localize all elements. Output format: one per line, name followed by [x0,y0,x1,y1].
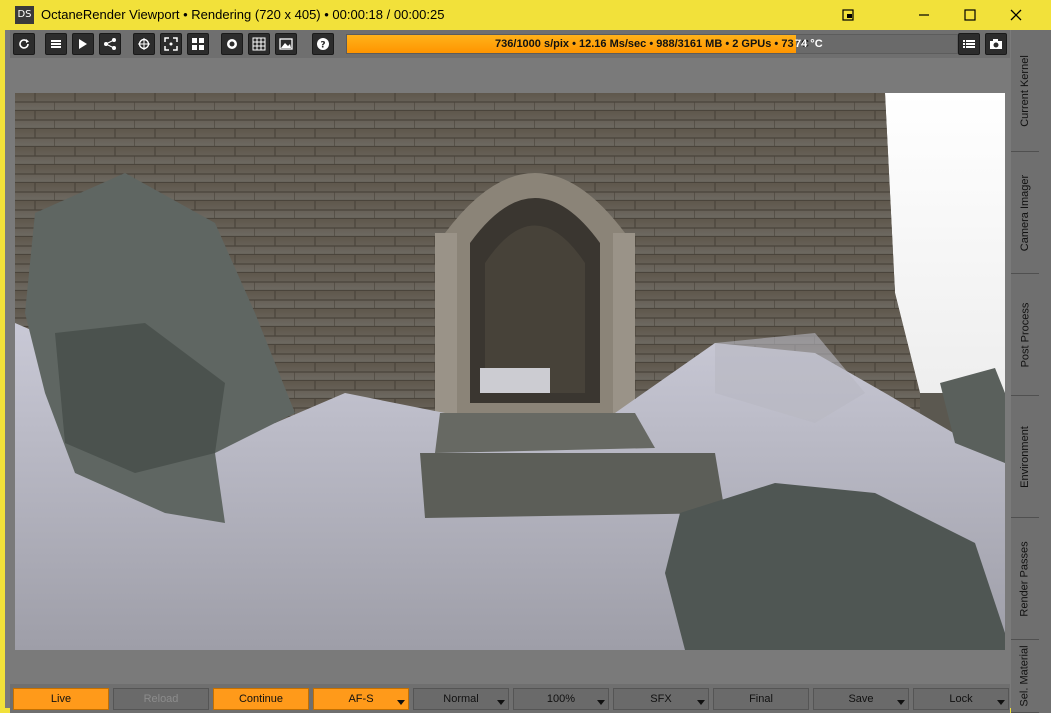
help-button[interactable]: ? [312,33,334,55]
close-icon [1010,9,1022,21]
button-label: Lock [949,693,973,705]
octane-viewport-window: DS OctaneRender Viewport • Rendering (72… [0,0,1051,713]
dropdown-arrow-icon [697,700,705,705]
grid4-icon [192,38,204,50]
button-label: Final [749,693,773,705]
side-tab-camera-imager[interactable]: Camera Imager [1011,152,1039,274]
side-tab-label: Current Kernel [1019,54,1032,127]
window-tab-icon [842,9,854,21]
button-label: 100% [546,693,576,705]
minimize-icon [919,14,929,16]
image-button[interactable] [275,33,297,55]
side-tab-label: Render Passes [1019,540,1031,617]
list-button[interactable] [45,33,67,55]
lock-button[interactable]: Lock [913,688,1009,710]
list-icon [51,40,61,48]
title-bar: DS OctaneRender Viewport • Rendering (72… [5,0,1051,30]
dropdown-arrow-icon [397,700,405,705]
maximize-icon [964,9,976,21]
progress-stats: 736/1000 s/pix • 12.16 Ms/sec • 988/3161… [495,38,809,50]
menu-icon [963,40,975,48]
minimize-button[interactable] [901,0,947,30]
button-label: Continue [238,693,284,705]
grid-icon [252,37,266,51]
circle-icon [227,39,237,49]
layout-button[interactable] [187,33,209,55]
window-title: OctaneRender Viewport • Rendering (720 x… [41,7,445,22]
refresh-button[interactable] [13,33,35,55]
forward-icon [79,39,87,49]
side-tab-environment[interactable]: Environment [1011,396,1039,518]
forward-button[interactable] [72,33,94,55]
maximize-button[interactable] [947,0,993,30]
share-icon [104,38,116,50]
100-button[interactable]: 100% [513,688,609,710]
continue-button[interactable]: Continue [213,688,309,710]
button-label: AF-S [348,693,374,705]
side-tab-strip: Current Kernel Camera Imager Post Process E… [1011,30,1051,713]
dropdown-arrow-icon [897,700,905,705]
side-tab-label: Sel. Material [1019,645,1032,707]
af-s-button[interactable]: AF-S [313,688,409,710]
grid-button[interactable] [248,33,270,55]
button-label: SFX [650,693,672,705]
region-button[interactable] [160,33,182,55]
dropdown-arrow-icon [997,700,1005,705]
render-progress-bar: 736/1000 s/pix • 12.16 Ms/sec • 988/3161… [346,34,958,54]
side-tab-label: Post Process [1019,302,1031,367]
button-label: Save [848,693,874,705]
save-button[interactable]: Save [813,688,909,710]
button-label: Reload [143,693,179,705]
close-button[interactable] [993,0,1039,30]
side-tab-label: Camera Imager [1019,174,1032,251]
dropdown-arrow-icon [597,700,605,705]
progress-temperature: 74 °C [795,38,823,50]
render-toolbar: ? 736/1000 s/pix • 12.16 Ms/sec • 988/31… [10,30,1010,58]
normal-button[interactable]: Normal [413,688,509,710]
live-button[interactable]: Live [13,688,109,710]
side-tab-render-passes[interactable]: Render Passes [1011,518,1039,640]
render-viewport[interactable] [15,93,1005,650]
camera-button[interactable] [985,33,1007,55]
image-icon [279,38,293,50]
stop-button[interactable] [221,33,243,55]
side-tab-label: Environment [1019,425,1032,488]
button-label: Live [50,693,72,705]
daz-studio-logo-icon: DS [15,6,34,24]
reload-button[interactable]: Reload [113,688,209,710]
restore-tabs-button[interactable] [825,0,871,30]
pick-focus-button[interactable] [133,33,155,55]
refresh-icon [19,39,29,49]
svg-text:?: ? [320,41,325,51]
side-tab-post-process[interactable]: Post Process [1011,274,1039,396]
sfx-button[interactable]: SFX [613,688,709,710]
menu-button[interactable] [958,33,980,55]
final-button[interactable]: Final [713,688,809,710]
camera-icon [990,39,1002,49]
rendered-scene-image [15,93,1005,650]
dropdown-arrow-icon [497,700,505,705]
share-button[interactable] [99,33,121,55]
side-tab-current-kernel[interactable]: Current Kernel [1011,30,1039,152]
side-tab-sel-material[interactable]: Sel. Material [1011,640,1039,713]
crosshair-icon [138,38,150,50]
focus-icon [164,37,178,51]
render-controls-bar: Live Reload Continue AF-S Normal 100% SFX Final… [10,684,1010,713]
button-label: Normal [443,693,479,705]
help-icon: ? [317,38,329,51]
